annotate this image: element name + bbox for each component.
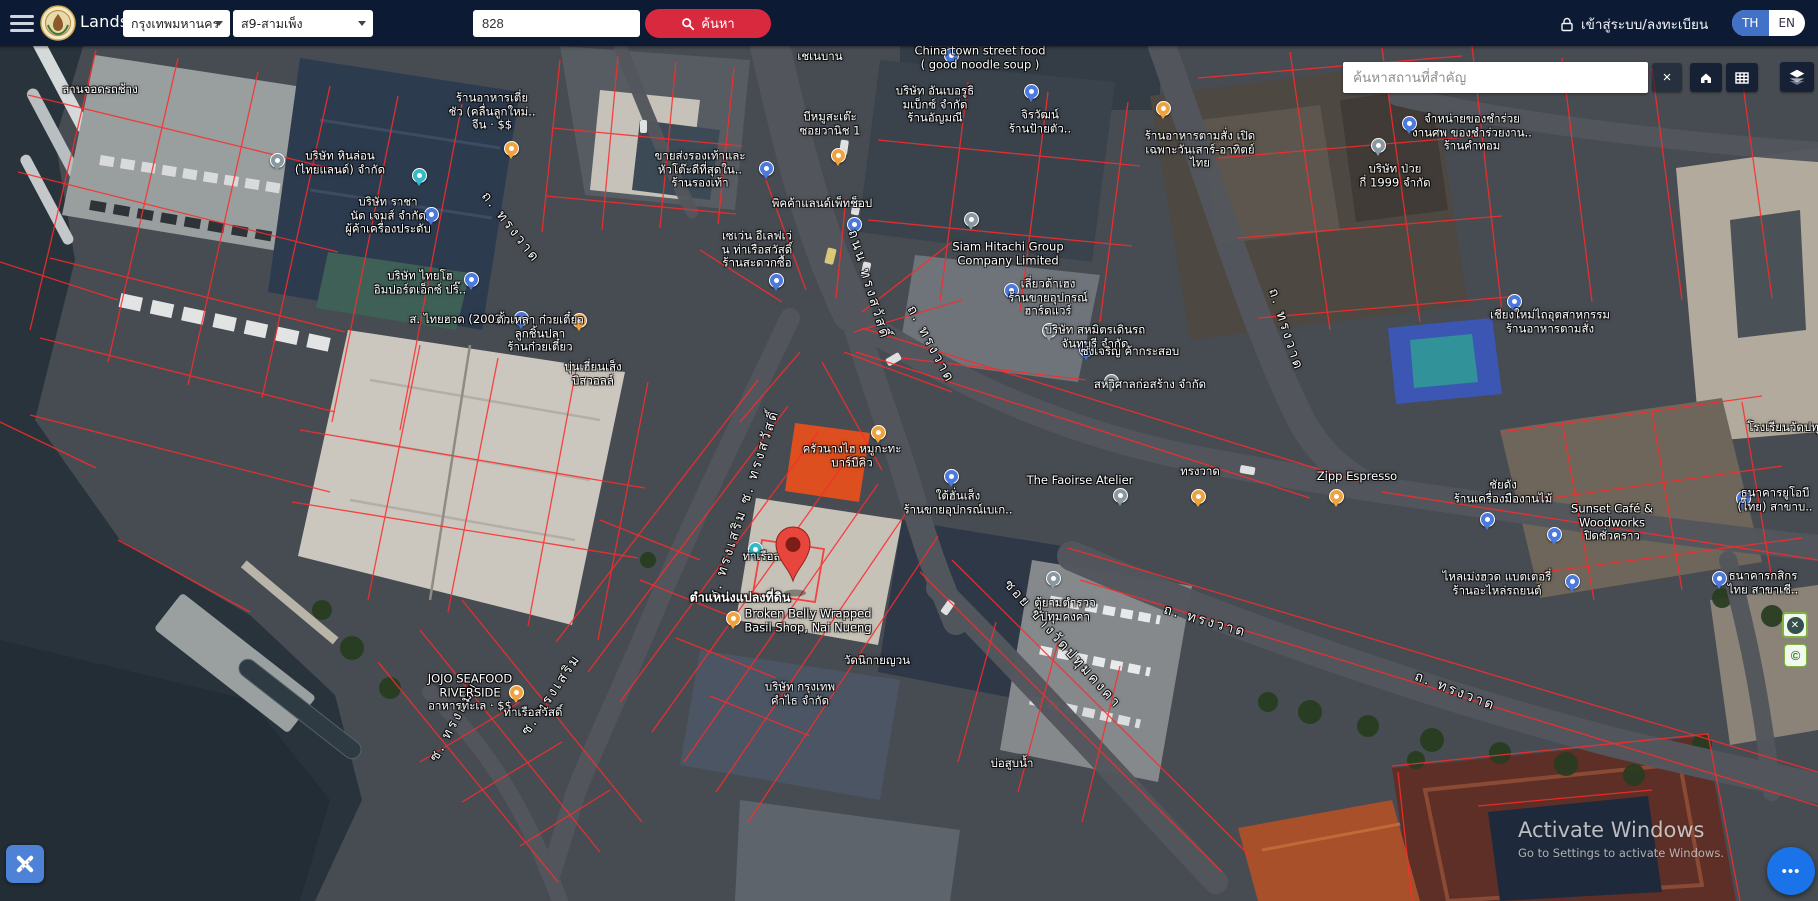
search-button-label: ค้นหา	[701, 13, 734, 34]
landsmaps-app: ถ. ทรงวาดถนน ทรงสวัสดิ์ถ. ทรงวาดซ. ทรงเส…	[0, 0, 1818, 901]
map-close-control[interactable]: ✕	[1782, 612, 1808, 638]
parcel-number-input[interactable]	[473, 10, 640, 37]
home-button[interactable]	[1690, 63, 1722, 92]
search-button[interactable]: ค้นหา	[645, 9, 771, 38]
menu-icon[interactable]	[10, 15, 34, 32]
lang-th-button[interactable]: TH	[1732, 10, 1769, 36]
more-options-button[interactable]: •••	[1767, 847, 1815, 895]
parcel-pin-icon	[771, 523, 815, 601]
grid-icon	[1734, 70, 1750, 86]
department-of-lands-logo	[40, 5, 76, 41]
province-select[interactable]: กรุงเทพมหานคร	[123, 10, 230, 37]
language-toggle: TH EN	[1732, 10, 1805, 36]
login-register-label: เข้าสู่ระบบ/ลงทะเบียน	[1581, 13, 1708, 35]
measure-icon	[12, 850, 38, 878]
map-sheet-select-value: ส9-สามเพ็ง	[241, 16, 303, 31]
close-icon: ✕	[1787, 617, 1804, 634]
grid-button[interactable]	[1726, 63, 1758, 92]
measure-tools-button[interactable]	[6, 845, 44, 883]
home-icon	[1698, 70, 1714, 86]
satellite-map[interactable]	[0, 0, 1818, 901]
map-sheet-select[interactable]: ส9-สามเพ็ง	[233, 10, 373, 37]
layers-icon	[1788, 68, 1806, 86]
search-icon	[681, 17, 695, 31]
lock-icon	[1560, 17, 1574, 32]
clear-search-button[interactable]: ×	[1652, 63, 1682, 92]
map-copyright-control[interactable]: ©	[1784, 644, 1807, 667]
layers-button[interactable]	[1780, 62, 1814, 92]
province-select-value: กรุงเทพมหานคร	[131, 16, 219, 31]
map-search-input[interactable]	[1343, 62, 1648, 93]
login-register-link[interactable]: เข้าสู่ระบบ/ลงทะเบียน	[1560, 13, 1708, 35]
lang-en-button[interactable]: EN	[1769, 10, 1806, 36]
app-header: LandsMaps กรุงเทพมหานคร ส9-สามเพ็ง ค้นหา…	[0, 0, 1818, 46]
